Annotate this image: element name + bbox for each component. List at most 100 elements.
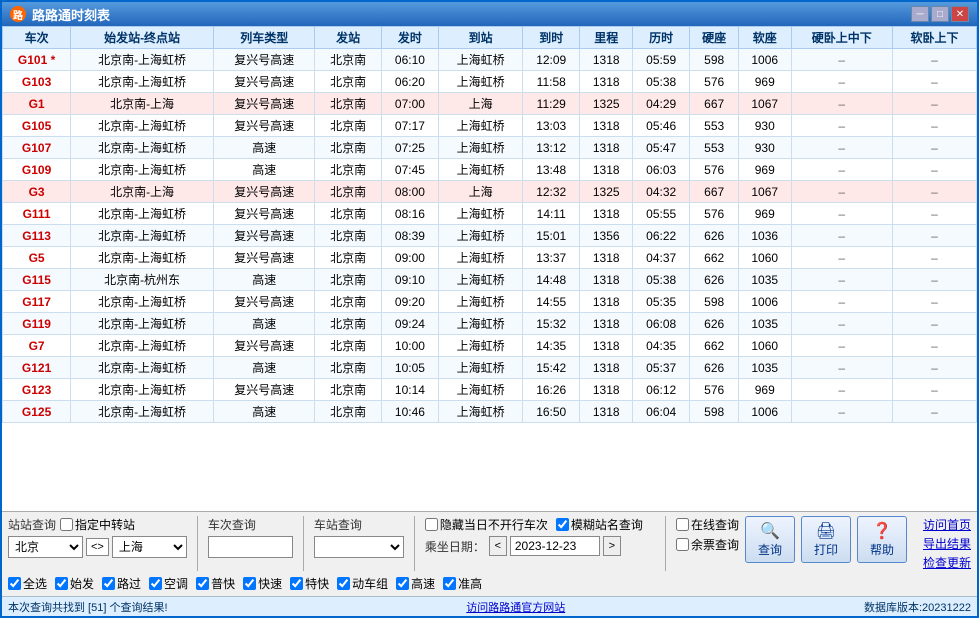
cell-from: 北京南 bbox=[315, 181, 381, 203]
table-row[interactable]: G103北京南-上海虹桥复兴号高速北京南06:20上海虹桥11:58131805… bbox=[3, 71, 977, 93]
train-query-label: 车次查询 bbox=[208, 516, 293, 533]
cell-arrive: 15:01 bbox=[523, 225, 580, 247]
dc-checkbox[interactable] bbox=[337, 577, 350, 590]
remaining-checkbox[interactable] bbox=[676, 538, 689, 551]
cell-trainnum: G125 bbox=[3, 401, 71, 423]
maximize-button[interactable]: □ bbox=[931, 6, 949, 22]
cell-route: 北京南-杭州东 bbox=[71, 269, 214, 291]
all-checkbox[interactable] bbox=[8, 577, 21, 590]
cell-route: 北京南-上海虹桥 bbox=[71, 335, 214, 357]
print-button[interactable]: 🖨 打印 bbox=[801, 516, 851, 563]
cell-hardsleeper: – bbox=[791, 313, 893, 335]
cell-from: 北京南 bbox=[315, 137, 381, 159]
table-row[interactable]: G101 *北京南-上海虹桥复兴号高速北京南06:10上海虹桥12:091318… bbox=[3, 49, 977, 71]
cell-hardsleeper: – bbox=[791, 181, 893, 203]
table-row[interactable]: G115北京南-杭州东高速北京南09:10上海虹桥14:48131805:386… bbox=[3, 269, 977, 291]
train-query-input[interactable] bbox=[208, 536, 293, 558]
help-btn-label: 帮助 bbox=[870, 541, 894, 558]
cell-type: 复兴号高速 bbox=[213, 49, 315, 71]
cell-dur: 06:12 bbox=[632, 379, 689, 401]
official-website-link[interactable]: 访问路路通官方网站 bbox=[466, 599, 565, 615]
cell-hardsleeper: – bbox=[791, 71, 893, 93]
table-row[interactable]: G105北京南-上海虹桥复兴号高速北京南07:17上海虹桥13:03131805… bbox=[3, 115, 977, 137]
cell-from: 北京南 bbox=[315, 225, 381, 247]
cell-to: 上海虹桥 bbox=[439, 247, 523, 269]
filter-checkboxes-row: 全选 始发 路过 空调 普快 bbox=[8, 575, 971, 592]
station-search-section: 车站查询 bbox=[314, 516, 404, 558]
kk-checkbox-label: 快速 bbox=[243, 575, 282, 592]
table-row[interactable]: G3北京南-上海复兴号高速北京南08:00上海12:32132504:32667… bbox=[3, 181, 977, 203]
cell-depart: 08:00 bbox=[381, 181, 438, 203]
table-container[interactable]: 车次 始发站-终点站 列车类型 发站 发时 到站 到时 里程 历时 硬座 软座 … bbox=[2, 26, 977, 511]
cell-arrive: 16:26 bbox=[523, 379, 580, 401]
cell-softseat: 1035 bbox=[738, 313, 791, 335]
table-row[interactable]: G119北京南-上海虹桥高速北京南09:24上海虹桥15:32131806:08… bbox=[3, 313, 977, 335]
cell-softseat: 1035 bbox=[738, 357, 791, 379]
hs-checkbox[interactable] bbox=[396, 577, 409, 590]
station-query-section: 站站查询 指定中转站 北京 <> 上海 bbox=[8, 516, 187, 558]
table-row[interactable]: G123北京南-上海虹桥复兴号高速北京南10:14上海虹桥16:26131806… bbox=[3, 379, 977, 401]
swap-stations-button[interactable]: <> bbox=[86, 538, 109, 556]
online-label: 在线查询 bbox=[676, 516, 739, 533]
ac-checkbox[interactable] bbox=[149, 577, 162, 590]
help-button[interactable]: ❓ 帮助 bbox=[857, 516, 907, 563]
cell-trainnum: G5 bbox=[3, 247, 71, 269]
status-left: 本次查询共找到 [51] 个查询结果! bbox=[8, 599, 168, 615]
cell-softsleeper: – bbox=[893, 357, 977, 379]
pu-checkbox[interactable] bbox=[196, 577, 209, 590]
cell-from: 北京南 bbox=[315, 159, 381, 181]
col-hardsleeper: 硬卧上中下 bbox=[791, 27, 893, 49]
table-row[interactable]: G113北京南-上海虹桥复兴号高速北京南08:39上海虹桥15:01135606… bbox=[3, 225, 977, 247]
cell-depart: 10:05 bbox=[381, 357, 438, 379]
cell-dist: 1318 bbox=[580, 313, 633, 335]
tk-checkbox[interactable] bbox=[290, 577, 303, 590]
query-button[interactable]: 🔍 查询 bbox=[745, 516, 795, 563]
cell-depart: 09:00 bbox=[381, 247, 438, 269]
from-station-select[interactable]: 北京 bbox=[8, 536, 83, 558]
date-prev-button[interactable]: < bbox=[489, 536, 507, 556]
cell-depart: 07:45 bbox=[381, 159, 438, 181]
table-row[interactable]: G5北京南-上海虹桥复兴号高速北京南09:00上海虹桥13:37131804:3… bbox=[3, 247, 977, 269]
check-update-link[interactable]: 检查更新 bbox=[923, 554, 971, 571]
zg-checkbox[interactable] bbox=[443, 577, 456, 590]
cell-type: 复兴号高速 bbox=[213, 203, 315, 225]
origin-checkbox[interactable] bbox=[55, 577, 68, 590]
table-row[interactable]: G111北京南-上海虹桥复兴号高速北京南08:16上海虹桥14:11131805… bbox=[3, 203, 977, 225]
station-search-select[interactable] bbox=[314, 536, 404, 558]
cell-dist: 1318 bbox=[580, 269, 633, 291]
cell-hardseat: 553 bbox=[690, 115, 739, 137]
table-row[interactable]: G7北京南-上海虹桥复兴号高速北京南10:00上海虹桥14:35131804:3… bbox=[3, 335, 977, 357]
specify-via-checkbox[interactable] bbox=[60, 518, 73, 531]
date-input[interactable] bbox=[510, 536, 600, 556]
table-row[interactable]: G125北京南-上海虹桥高速北京南10:46上海虹桥16:50131806:04… bbox=[3, 401, 977, 423]
cell-softseat: 1067 bbox=[738, 181, 791, 203]
export-link[interactable]: 导出结果 bbox=[923, 535, 971, 552]
table-row[interactable]: G109北京南-上海虹桥高速北京南07:45上海虹桥13:48131806:03… bbox=[3, 159, 977, 181]
date-next-button[interactable]: > bbox=[603, 536, 621, 556]
cell-hardseat: 576 bbox=[690, 71, 739, 93]
cell-hardsleeper: – bbox=[791, 357, 893, 379]
via-checkbox[interactable] bbox=[102, 577, 115, 590]
table-row[interactable]: G1北京南-上海复兴号高速北京南07:00上海11:29132504:29667… bbox=[3, 93, 977, 115]
cell-to: 上海 bbox=[439, 93, 523, 115]
cell-dist: 1318 bbox=[580, 335, 633, 357]
cell-depart: 07:00 bbox=[381, 93, 438, 115]
online-checkbox[interactable] bbox=[676, 518, 689, 531]
fuzzy-checkbox[interactable] bbox=[556, 518, 569, 531]
cell-softsleeper: – bbox=[893, 379, 977, 401]
table-row[interactable]: G117北京南-上海虹桥复兴号高速北京南09:20上海虹桥14:55131805… bbox=[3, 291, 977, 313]
visit-home-link[interactable]: 访问首页 bbox=[923, 516, 971, 533]
cell-hardseat: 667 bbox=[690, 93, 739, 115]
hide-trains-checkbox[interactable] bbox=[425, 518, 438, 531]
cell-type: 复兴号高速 bbox=[213, 247, 315, 269]
status-bar: 本次查询共找到 [51] 个查询结果! 访问路路通官方网站 数据库版本:2023… bbox=[2, 596, 977, 616]
kk-checkbox[interactable] bbox=[243, 577, 256, 590]
to-station-select[interactable]: 上海 bbox=[112, 536, 187, 558]
table-row[interactable]: G121北京南-上海虹桥高速北京南10:05上海虹桥15:42131805:37… bbox=[3, 357, 977, 379]
minimize-button[interactable]: ─ bbox=[911, 6, 929, 22]
close-button[interactable]: ✕ bbox=[951, 6, 969, 22]
dc-label: 动车组 bbox=[352, 575, 388, 592]
cell-trainnum: G7 bbox=[3, 335, 71, 357]
table-row[interactable]: G107北京南-上海虹桥高速北京南07:25上海虹桥13:12131805:47… bbox=[3, 137, 977, 159]
ac-label: 空调 bbox=[164, 575, 188, 592]
